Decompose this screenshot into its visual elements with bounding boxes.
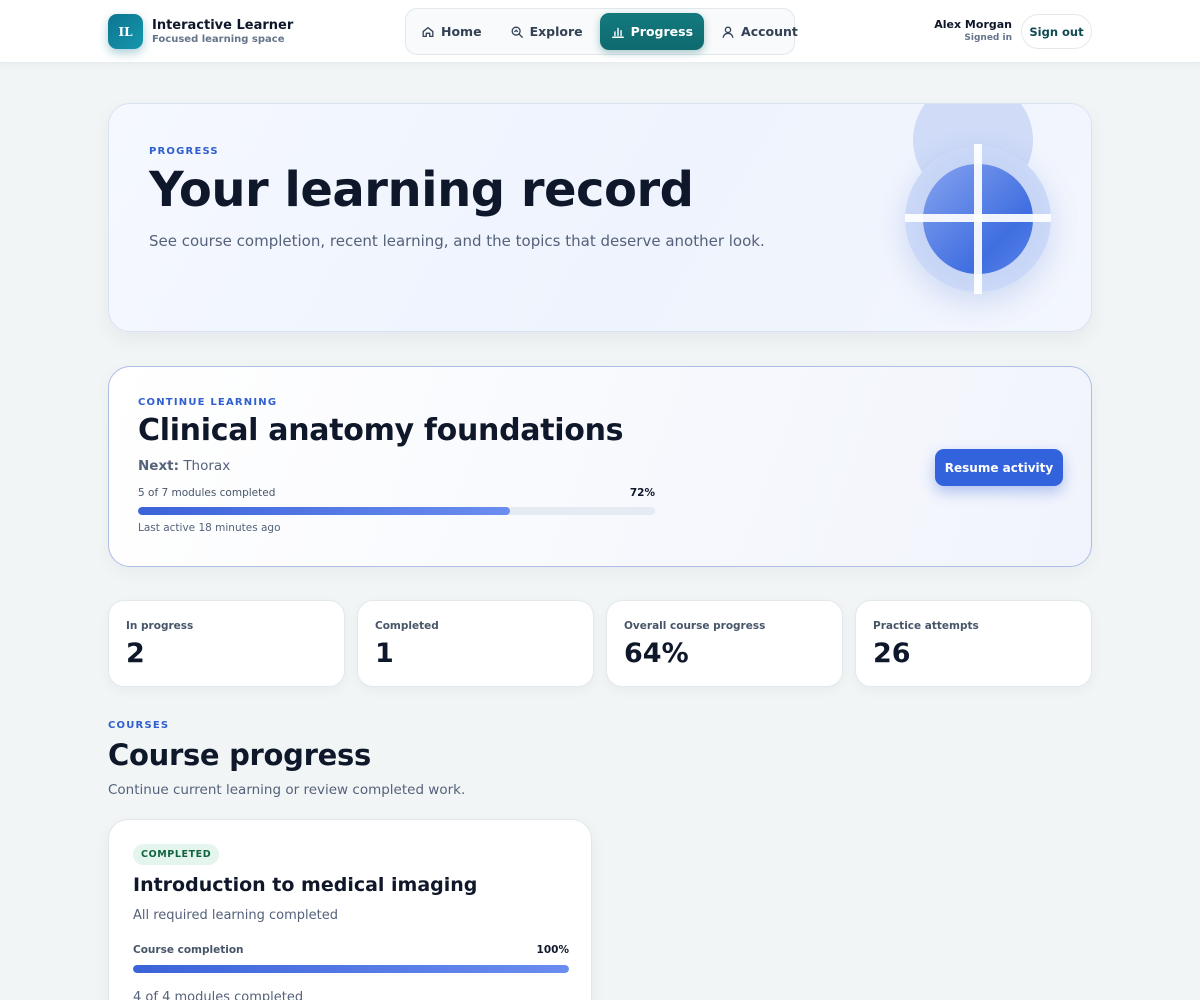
nav-account-label: Account — [741, 24, 798, 39]
stat-value: 64% — [624, 638, 689, 669]
brand-logo: IL — [108, 14, 143, 49]
main-nav: Home Explore Progress Account — [405, 8, 798, 55]
bar-chart-icon — [611, 27, 624, 38]
continue-modules-text: 5 of 7 modules completed — [138, 487, 276, 499]
stat-label: Practice attempts — [873, 620, 979, 632]
continue-progress-bar — [138, 507, 655, 515]
course-completion-percent: 100% — [536, 944, 569, 956]
continue-course-title: Clinical anatomy foundations — [138, 413, 624, 448]
user-icon — [722, 26, 734, 38]
hero-decoration-cross-horizontal — [905, 214, 1051, 222]
search-icon — [511, 26, 523, 38]
courses-eyebrow: COURSES — [108, 720, 170, 731]
continue-next-label: Next: — [138, 458, 180, 474]
resume-activity-button[interactable]: Resume activity — [935, 449, 1063, 486]
continue-next-topic: Next: Thorax — [138, 458, 230, 474]
brand[interactable]: IL Interactive Learner Focused learning … — [108, 14, 293, 49]
stat-card-practice-attempts: Practice attempts 26 — [855, 600, 1092, 687]
course-progress-bar — [133, 965, 569, 973]
user-info: Alex Morgan Signed in — [934, 18, 1012, 45]
continue-percent: 72% — [629, 487, 655, 499]
nav-home-label: Home — [441, 24, 482, 39]
continue-progress-fill — [138, 507, 511, 515]
continue-last-active: Last active 18 minutes ago — [138, 522, 281, 534]
brand-tagline: Focused learning space — [152, 33, 285, 45]
hero-eyebrow: PROGRESS — [149, 146, 219, 157]
nav-explore[interactable]: Explore — [499, 13, 594, 50]
course-title: Introduction to medical imaging — [133, 874, 478, 896]
stat-card-completed: Completed 1 — [357, 600, 594, 687]
continue-next-value: Thorax — [183, 458, 231, 474]
status-badge: COMPLETED — [133, 844, 220, 865]
continue-eyebrow: CONTINUE LEARNING — [138, 397, 278, 408]
nav-home[interactable]: Home — [410, 13, 493, 50]
continue-learning-card: CONTINUE LEARNING Clinical anatomy found… — [108, 366, 1092, 567]
hero-panel: PROGRESS Your learning record See course… — [108, 103, 1092, 332]
brand-name: Interactive Learner — [152, 17, 294, 33]
page-title: Your learning record — [149, 162, 694, 218]
hero-subtitle: See course completion, recent learning, … — [149, 232, 765, 250]
course-card[interactable]: COMPLETED Introduction to medical imagin… — [108, 819, 592, 1000]
stat-label: Completed — [375, 620, 439, 632]
sign-out-button[interactable]: Sign out — [1021, 14, 1092, 49]
stat-card-in-progress: In progress 2 — [108, 600, 345, 687]
user-status: Signed in — [964, 33, 1012, 43]
nav-progress[interactable]: Progress — [599, 13, 705, 50]
stat-label: In progress — [126, 620, 194, 632]
stat-value: 2 — [126, 638, 145, 669]
course-status: All required learning completed — [133, 908, 338, 923]
stat-card-overall-progress: Overall course progress 64% — [606, 600, 843, 687]
nav-progress-label: Progress — [630, 24, 694, 39]
course-modules-text: 4 of 4 modules completed — [133, 990, 304, 1000]
user-name: Alex Morgan — [934, 18, 1012, 31]
nav-explore-label: Explore — [529, 24, 583, 39]
stat-value: 26 — [873, 638, 911, 669]
home-icon — [422, 26, 434, 37]
course-progress-fill — [133, 965, 569, 973]
courses-title: Course progress — [108, 738, 371, 772]
top-bar: IL Interactive Learner Focused learning … — [0, 0, 1200, 63]
course-completion-label: Course completion — [133, 944, 244, 956]
nav-account[interactable]: Account — [710, 13, 809, 50]
stat-value: 1 — [375, 638, 394, 669]
stat-label: Overall course progress — [624, 620, 766, 632]
courses-subtitle: Continue current learning or review comp… — [108, 782, 466, 798]
